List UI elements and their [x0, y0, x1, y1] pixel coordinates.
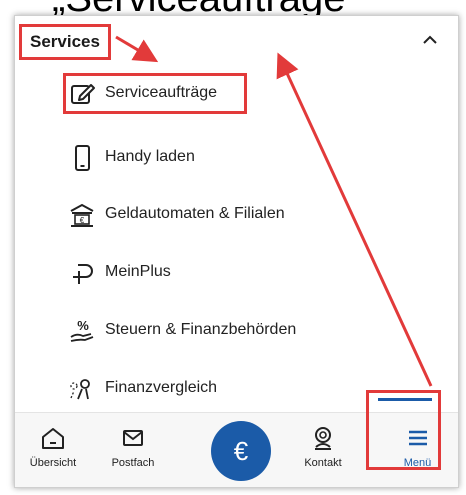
- svg-text:€: €: [80, 216, 85, 225]
- menu-item-label: MeinPlus: [105, 263, 171, 280]
- mail-icon: [123, 430, 143, 446]
- svg-text:%: %: [77, 318, 89, 333]
- tab-kontakt[interactable]: Kontakt: [283, 413, 363, 487]
- contact-icon: [315, 427, 331, 450]
- menu-highlight-box: [366, 390, 441, 470]
- tab-uebersicht[interactable]: Übersicht: [15, 413, 93, 487]
- services-title: Services: [19, 24, 111, 60]
- tab-label: Postfach: [111, 457, 155, 469]
- serviceauftraege-highlight-box: [63, 73, 247, 114]
- menu-item-steuern[interactable]: % Steuern & Finanzbehörden: [15, 306, 458, 356]
- phone-icon: [75, 145, 90, 171]
- menu-item-label: Handy laden: [105, 148, 195, 165]
- tab-label: Kontakt: [304, 457, 342, 469]
- menu-item-handy-laden[interactable]: Handy laden: [15, 133, 458, 183]
- tab-postfach[interactable]: Postfach: [93, 413, 173, 487]
- menu-item-meinplus[interactable]: MeinPlus: [15, 248, 458, 298]
- services-header[interactable]: Services: [15, 16, 458, 64]
- bank-icon: €: [70, 203, 94, 227]
- menu-item-label: Steuern & Finanzbehörden: [105, 321, 297, 338]
- home-icon: [42, 428, 64, 449]
- euro-button[interactable]: €: [211, 421, 271, 481]
- euro-icon: €: [233, 435, 249, 466]
- menu-item-label: Geldautomaten & Filialen: [105, 205, 285, 222]
- compare-people-icon: [70, 379, 90, 400]
- tab-label: Übersicht: [29, 457, 77, 469]
- menu-item-geldautomaten[interactable]: € Geldautomaten & Filialen: [15, 190, 458, 240]
- menu-item-label: Finanzvergleich: [105, 379, 218, 396]
- chevron-up-icon[interactable]: [420, 32, 440, 46]
- percent-hand-icon: %: [70, 318, 94, 342]
- plus-p-icon: [73, 264, 93, 284]
